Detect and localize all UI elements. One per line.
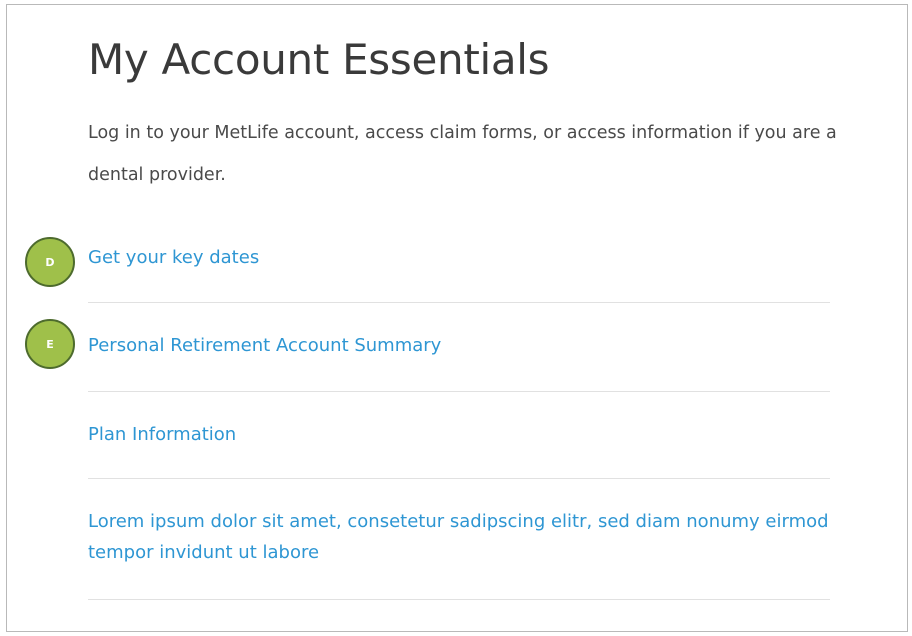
list-item-plan-information: Plan Information [88,419,830,479]
annotation-marker-d: D [25,237,75,287]
annotation-marker-e: E [25,319,75,369]
page-description: Log in to your MetLife account, access c… [88,123,837,185]
lorem-ipsum-link[interactable]: Lorem ipsum dolor sit amet, consetetur s… [88,506,830,568]
plan-information-link[interactable]: Plan Information [88,419,830,450]
list-item-retirement-summary: Personal Retirement Account Summary [88,330,830,392]
page-title: My Account Essentials [88,35,550,84]
list-item-lorem: Lorem ipsum dolor sit amet, consetetur s… [88,506,830,600]
list-item-key-dates: Get your key dates [88,242,830,303]
key-dates-link[interactable]: Get your key dates [88,242,830,273]
retirement-account-summary-link[interactable]: Personal Retirement Account Summary [88,330,830,361]
